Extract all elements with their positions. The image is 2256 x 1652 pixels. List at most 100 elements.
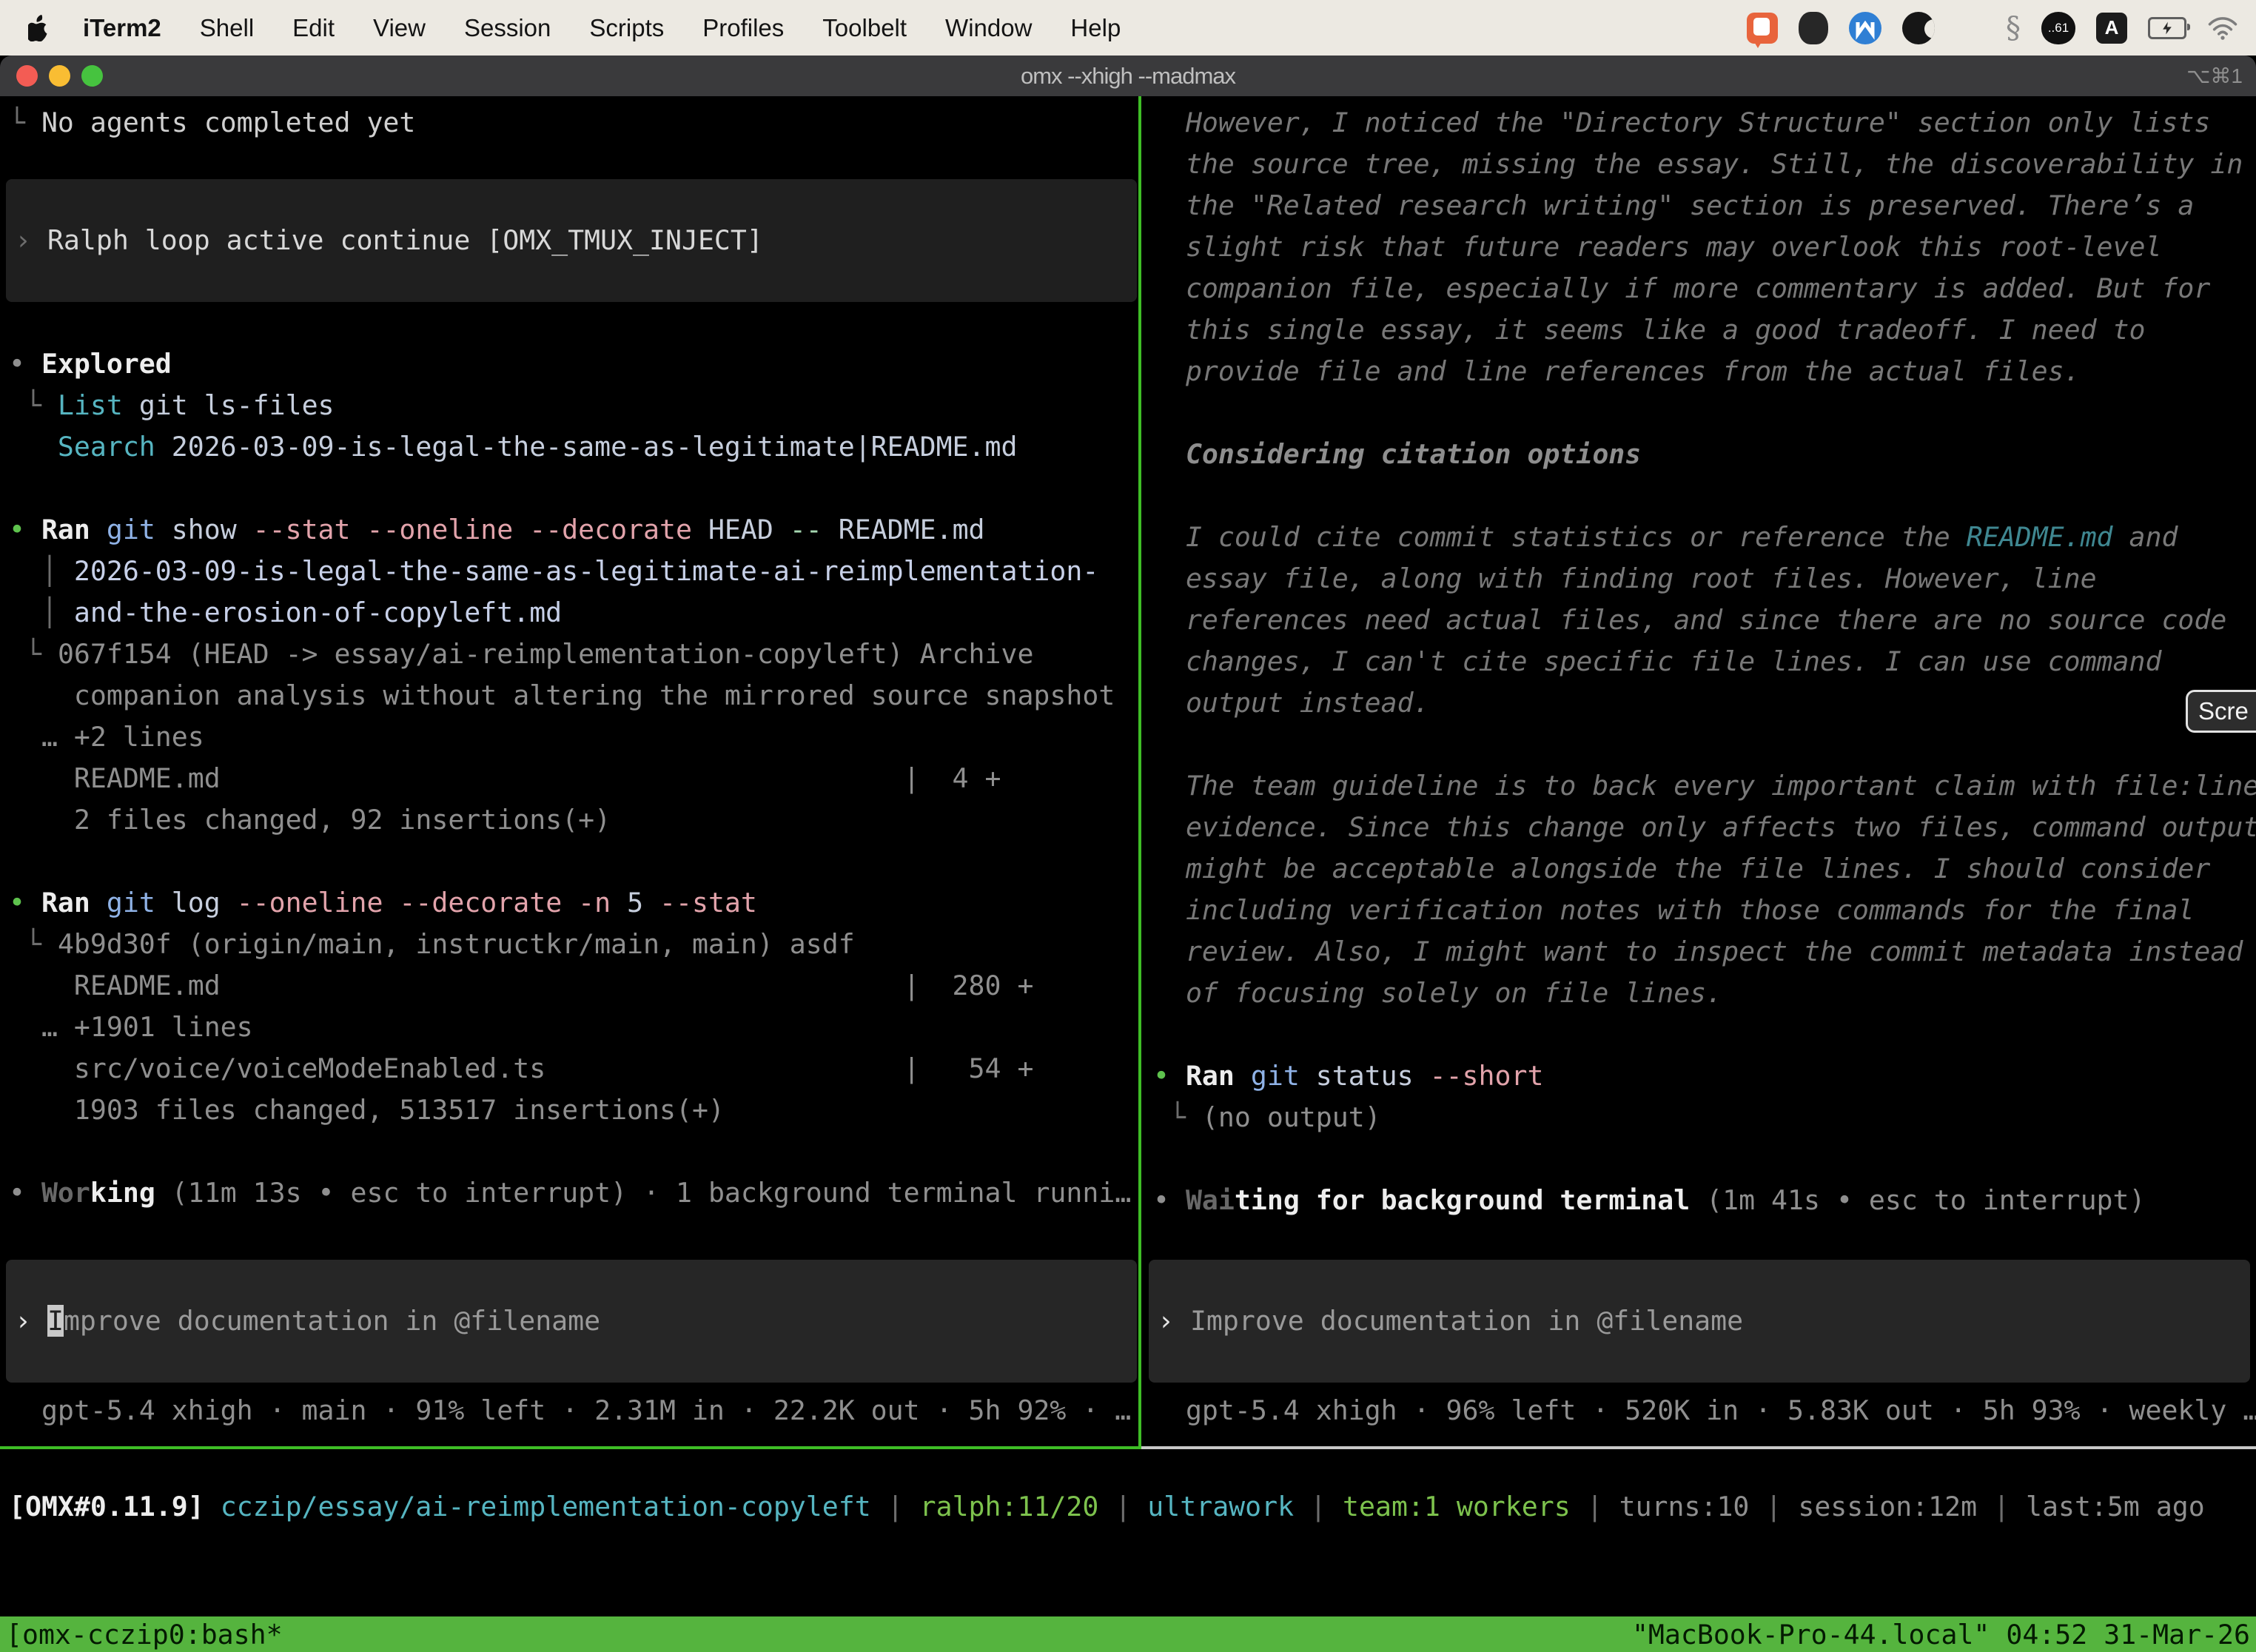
terminal-line: └ (no output) — [1153, 1097, 2256, 1138]
terminal-line: └ No agents completed yet — [9, 102, 1138, 144]
terminal-line: README.md | 280 + — [9, 965, 1138, 1007]
terminal-line: this single essay, it seems like a good … — [1153, 309, 2256, 351]
terminal-line: └ List git ls-files — [9, 385, 1138, 426]
blank-line — [9, 841, 1138, 882]
blank-line — [1153, 475, 2256, 517]
terminal-line: However, I noticed the "Directory Struct… — [1153, 102, 2256, 144]
text-cursor: I — [47, 1305, 64, 1337]
menu-status-icons: § ..61 A — [1747, 11, 2238, 45]
terminal-line: 2 files changed, 92 insertions(+) — [9, 799, 1138, 841]
terminal-line: The team guideline is to back every impo… — [1153, 765, 2256, 807]
terminal-line: │ 2026-03-09-is-legal-the-same-as-legiti… — [9, 551, 1138, 592]
window-title: omx --xhigh --madmax — [0, 63, 2256, 90]
terminal-line: … +2 lines — [9, 716, 1138, 758]
blank-line — [1153, 724, 2256, 765]
menu-item-help[interactable]: Help — [1070, 14, 1121, 42]
terminal-line: 1903 files changed, 513517 insertions(+) — [9, 1089, 1138, 1131]
terminal-line: companion analysis without altering the … — [9, 675, 1138, 716]
terminal-line: • Explored — [9, 343, 1138, 385]
model-status-line: gpt-5.4 xhigh · 96% left · 520K in · 5.8… — [1153, 1390, 2256, 1431]
battery-icon[interactable] — [2148, 17, 2186, 39]
terminal-line: │ and-the-erosion-of-copyleft.md — [9, 592, 1138, 634]
ralph-loop-banner: › Ralph loop active continue [OMX_TMUX_I… — [6, 179, 1137, 302]
terminal-line: provide file and line references from th… — [1153, 351, 2256, 392]
dots-grid-icon[interactable] — [1955, 13, 1985, 43]
terminal-line: └ 4b9d30f (origin/main, instructkr/main,… — [9, 924, 1138, 965]
pane-divider — [1138, 96, 1141, 1448]
screen: iTerm2 Shell Edit View Session Scripts P… — [0, 0, 2256, 1652]
terminal-line: › Ralph loop active continue [OMX_TMUX_I… — [15, 220, 1137, 261]
terminal-line: of focusing solely on file lines. — [1153, 973, 2256, 1014]
menu-item-view[interactable]: View — [373, 14, 426, 42]
spacer — [9, 1383, 1138, 1390]
terminal-line: might be acceptable alongside the file l… — [1153, 848, 2256, 890]
screen-share-overlay-label: Scre — [2198, 697, 2249, 725]
spacer — [9, 144, 1138, 179]
blue-gem-icon[interactable] — [1849, 12, 1881, 44]
terminal-line: the "Related research writing" section i… — [1153, 185, 2256, 226]
terminal-line: • Ran git show --stat --oneline --decora… — [9, 509, 1138, 551]
badge-61-icon[interactable]: ..61 — [2041, 12, 2075, 44]
spacer — [9, 1214, 1138, 1260]
terminal-line: references need actual files, and since … — [1153, 600, 2256, 641]
shield-grid-icon[interactable] — [1799, 12, 1828, 44]
window-shortcut-badge: ⌥⌘1 — [2186, 64, 2243, 88]
screenshot-app-icon[interactable] — [1747, 13, 1778, 44]
crescent-moon-icon[interactable] — [1902, 12, 1935, 44]
terminal-line: the source tree, missing the essay. Stil… — [1153, 144, 2256, 185]
inactive-pane-border — [1141, 1446, 2256, 1449]
blank-line — [1153, 1014, 2256, 1055]
omx-status-line: [OMX#0.11.9] cczip/essay/ai-reimplementa… — [9, 1486, 2252, 1528]
squiggle-icon[interactable]: § — [2006, 11, 2021, 45]
tmux-host-clock: "MacBook-Pro-44.local" 04:52 31-Mar-26 — [1632, 1619, 2250, 1651]
terminal-line: essay file, along with finding root file… — [1153, 558, 2256, 600]
terminal-line: evidence. Since this change only affects… — [1153, 807, 2256, 848]
spacer — [1153, 1221, 2256, 1260]
terminal-line: • Ran git log --oneline --decorate -n 5 … — [9, 882, 1138, 924]
terminal-line: review. Also, I might want to inspect th… — [1153, 931, 2256, 973]
terminal-line: output instead. — [1153, 682, 2256, 724]
working-status: • Working (11m 13s • esc to interrupt) ·… — [9, 1172, 1138, 1214]
terminal-line: including verification notes with those … — [1153, 890, 2256, 931]
wifi-icon[interactable] — [2207, 16, 2238, 40]
macos-menu-bar: iTerm2 Shell Edit View Session Scripts P… — [0, 0, 2256, 56]
menu-item-iterm2[interactable]: iTerm2 — [83, 14, 161, 42]
blank-line — [1153, 392, 2256, 434]
menu-item-scripts[interactable]: Scripts — [589, 14, 664, 42]
menu-item-toolbelt[interactable]: Toolbelt — [822, 14, 907, 42]
tmux-status-bar: [omx-cczip0:bash* "MacBook-Pro-44.local"… — [0, 1616, 2256, 1652]
blank-line — [1153, 1138, 2256, 1180]
menu-item-profiles[interactable]: Profiles — [702, 14, 784, 42]
terminal-line: slight risk that future readers may over… — [1153, 226, 2256, 268]
tmux-session-label: [omx-cczip0:bash* — [6, 1619, 283, 1651]
terminal-line: README.md | 4 + — [9, 758, 1138, 799]
omx-session-status: [OMX#0.11.9] cczip/essay/ai-reimplementa… — [9, 1486, 2252, 1528]
menu-item-session[interactable]: Session — [464, 14, 551, 42]
spacer — [1153, 1383, 2256, 1390]
blank-line — [9, 1131, 1138, 1172]
apple-menu-icon[interactable] — [28, 13, 53, 43]
terminal-line: companion file, especially if more comme… — [1153, 268, 2256, 309]
menu-item-window[interactable]: Window — [945, 14, 1032, 42]
left-prompt-input[interactable]: › Improve documentation in @filename — [6, 1260, 1137, 1383]
active-pane-border — [0, 1446, 1141, 1449]
thinking-heading: Considering citation options — [1153, 434, 2256, 475]
terminal-line: changes, I can't cite specific file line… — [1153, 641, 2256, 682]
right-pane[interactable]: However, I noticed the "Directory Struct… — [1143, 96, 2256, 1448]
model-status-line: gpt-5.4 xhigh · main · 91% left · 2.31M … — [9, 1390, 1138, 1431]
menu-item-shell[interactable]: Shell — [200, 14, 254, 42]
prompt-input-line[interactable]: › Improve documentation in @filename — [15, 1300, 1137, 1342]
blank-line — [9, 468, 1138, 509]
terminal-line: Search 2026-03-09-is-legal-the-same-as-l… — [9, 426, 1138, 468]
terminal-line: └ 067f154 (HEAD -> essay/ai-reimplementa… — [9, 634, 1138, 675]
screen-share-overlay[interactable]: Scre — [2186, 690, 2256, 733]
blank-line — [9, 302, 1138, 343]
window-title-bar: omx --xhigh --madmax ⌥⌘1 — [0, 56, 2256, 96]
left-pane[interactable]: └ No agents completed yet › Ralph loop ac… — [0, 96, 1138, 1448]
terminal-line: … +1901 lines — [9, 1007, 1138, 1048]
prompt-input-line[interactable]: › Improve documentation in @filename — [1158, 1300, 2250, 1342]
menu-item-edit[interactable]: Edit — [292, 14, 335, 42]
a-key-icon[interactable]: A — [2096, 13, 2127, 44]
terminal-line: • Ran git status --short — [1153, 1055, 2256, 1097]
right-prompt-input[interactable]: › Improve documentation in @filename — [1149, 1260, 2250, 1383]
